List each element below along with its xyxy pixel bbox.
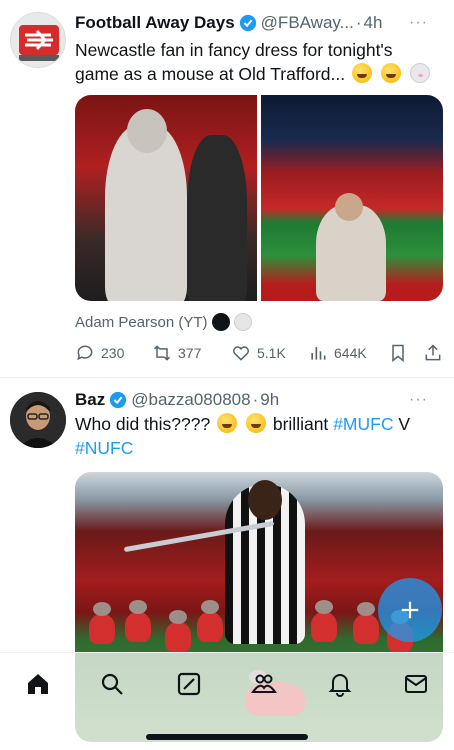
tweet-text-body: Newcastle fan in fancy dress for tonight…: [75, 40, 393, 84]
tweet-text-part: Who did this????: [75, 414, 211, 434]
more-options-icon[interactable]: ···: [409, 14, 428, 32]
tweet-text: Who did this???? brilliant #MUFC V #NUFC: [75, 412, 440, 460]
mouse-face-emoji: [409, 63, 430, 83]
repost-button[interactable]: 377: [152, 343, 201, 363]
author-name[interactable]: Football Away Days: [75, 13, 235, 33]
repost-icon: [153, 345, 171, 361]
photo-stadium-stands[interactable]: [261, 95, 443, 301]
share-icon: [425, 344, 441, 361]
rolling-on-floor-laughing-emoji: [351, 63, 372, 83]
bell-icon: [328, 674, 352, 697]
fan-face: [127, 109, 167, 153]
author-handle[interactable]: @bazza080808: [131, 390, 250, 410]
tab-search[interactable]: [99, 671, 125, 697]
mouse-figure: [125, 600, 151, 642]
like-count: 5.1K: [257, 345, 286, 361]
plus-icon: [401, 601, 419, 619]
tweet-time[interactable]: 4h: [364, 13, 383, 33]
author-name[interactable]: Baz: [75, 390, 105, 410]
rolling-on-floor-laughing-emoji: [217, 413, 238, 433]
verified-badge-icon: [239, 14, 257, 32]
share-button[interactable]: [423, 343, 443, 363]
national-rail-logo-icon: [19, 25, 59, 61]
tab-communities[interactable]: [251, 671, 277, 697]
reply-count: 230: [101, 345, 125, 361]
rolling-on-floor-laughing-emoji: [245, 413, 266, 433]
compose-fab-button[interactable]: [378, 578, 442, 642]
hashtag-link[interactable]: #MUFC: [333, 414, 393, 434]
tweet-text: Newcastle fan in fancy dress for tonight…: [75, 38, 440, 86]
grok-icon: [177, 672, 201, 696]
mouse-figure: [89, 602, 115, 644]
envelope-icon: [405, 675, 427, 693]
author-handle[interactable]: @FBAway...: [261, 13, 354, 33]
tweet-actions: 230 377 5.1K 644K: [75, 341, 443, 365]
fan-face: [335, 193, 363, 221]
avatar[interactable]: [10, 392, 66, 448]
avatar[interactable]: [10, 12, 66, 68]
reply-icon: [77, 345, 93, 361]
white-circle-emoji: [233, 313, 252, 331]
player-head: [248, 480, 282, 520]
heart-icon: [233, 346, 249, 361]
tweet-text-part: brilliant: [272, 414, 329, 434]
bookmark-button[interactable]: [388, 343, 408, 363]
media-credit[interactable]: Adam Pearson (YT): [75, 313, 252, 331]
media-grid[interactable]: [75, 95, 443, 301]
bookmark-icon: [392, 344, 404, 363]
tweet-text-part: V: [398, 414, 411, 434]
mouse-figure: [353, 602, 379, 644]
tweet-time[interactable]: 9h: [260, 390, 279, 410]
mouse-figure: [311, 600, 337, 642]
black-circle-emoji: [211, 313, 230, 331]
profile-photo-icon: [10, 392, 66, 448]
credit-text: Adam Pearson (YT): [75, 313, 208, 331]
tweet[interactable]: Football Away Days @FBAway... · 4h ··· N…: [0, 0, 454, 378]
repost-count: 377: [178, 345, 202, 361]
hashtag-link[interactable]: #NUFC: [75, 438, 133, 458]
tab-messages[interactable]: [403, 671, 429, 697]
mouse-figure: [165, 610, 191, 652]
bystander: [187, 135, 247, 301]
tab-grok[interactable]: [176, 671, 202, 697]
views-chart-icon: [311, 347, 326, 360]
tab-notifications[interactable]: [327, 671, 353, 697]
loudly-crying-emoji: [380, 63, 401, 83]
separator-dot: ·: [252, 390, 259, 409]
tab-home[interactable]: [25, 671, 51, 697]
photo-mouse-costume-fan[interactable]: [75, 95, 257, 301]
tweet-header: Football Away Days @FBAway... · 4h ···: [75, 11, 440, 35]
tweet-header: Baz @bazza080808 · 9h ···: [75, 388, 440, 412]
verified-badge-icon: [109, 391, 127, 409]
home-icon: [28, 674, 48, 694]
like-button[interactable]: 5.1K: [231, 343, 286, 363]
reply-button[interactable]: 230: [75, 343, 124, 363]
views-button[interactable]: 644K: [308, 343, 367, 363]
mouse-figure: [197, 600, 223, 642]
communities-icon: [251, 674, 277, 693]
home-indicator: [146, 734, 308, 740]
view-count: 644K: [334, 345, 367, 361]
search-icon: [101, 673, 123, 695]
separator-dot: ·: [355, 13, 362, 32]
more-options-icon[interactable]: ···: [409, 391, 428, 409]
